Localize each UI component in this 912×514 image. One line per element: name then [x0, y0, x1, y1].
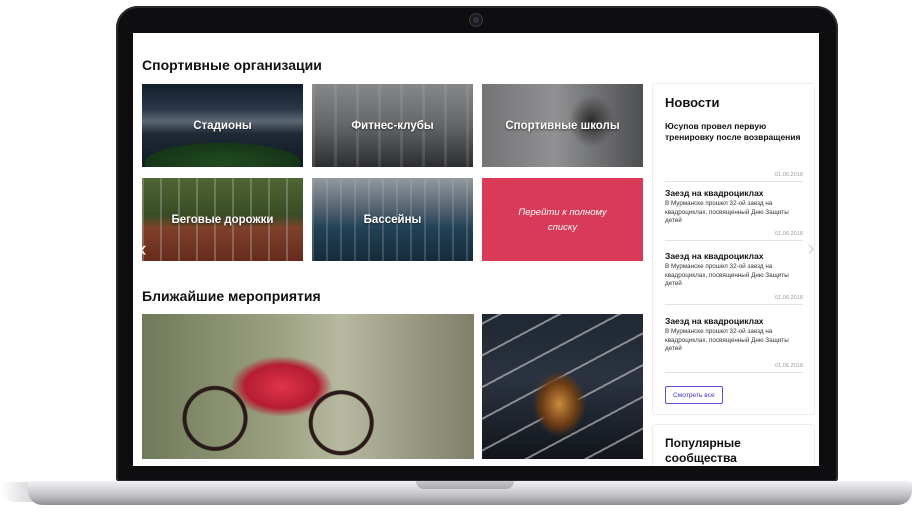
tile-stadiums[interactable]: Стадионы [142, 84, 303, 167]
news-item[interactable]: Юсупов провел первую тренировку после во… [665, 121, 803, 182]
laptop-base-notch [416, 481, 514, 489]
news-item-date: 01.06.2018 [775, 231, 803, 237]
news-item-date: 01.06.2018 [775, 363, 803, 369]
event-card-boxing[interactable] [482, 314, 643, 459]
see-all-button[interactable]: Смотреть все [665, 386, 723, 404]
tile-label: Бассейны [363, 213, 422, 226]
tile-pools[interactable]: Бассейны [312, 178, 473, 261]
news-item[interactable]: Заезд на квадроциклах В Мурманске прошел… [665, 251, 803, 305]
news-item-date: 01.06.2018 [775, 172, 803, 178]
tile-sport-schools[interactable]: Спортивные школы [482, 84, 643, 167]
tile-label: Фитнес-клубы [351, 119, 434, 132]
news-item[interactable]: Заезд на квадроциклах В Мурманске прошел… [665, 316, 803, 373]
news-card: Новости Юсупов провел первую тренировку … [652, 83, 815, 415]
screen: Спортивные организации Стадионы Фитнес-к… [133, 33, 819, 466]
events-title: Ближайшие мероприятия [142, 288, 321, 304]
full-list-button[interactable]: Перейти к полному списку [482, 178, 643, 261]
news-heading: Новости [665, 95, 720, 110]
communities-heading: Популярные сообщества [665, 436, 741, 465]
chevron-left-icon[interactable]: ‹ [136, 236, 150, 261]
chevron-right-icon[interactable]: › [804, 235, 818, 260]
tile-label: Спортивные школы [505, 119, 620, 132]
tile-label: Стадионы [193, 119, 252, 132]
full-list-label: Перейти к полному списку [518, 206, 607, 233]
tile-label: Беговые дорожки [171, 213, 274, 226]
news-item-title: Заезд на квадроциклах [665, 316, 764, 326]
news-item-date: 01.06.2018 [775, 295, 803, 301]
communities-card: Популярные сообщества [652, 424, 815, 466]
event-card-cyclocross[interactable] [142, 314, 474, 459]
news-item[interactable]: Заезд на квадроциклах В Мурманске прошел… [665, 188, 803, 241]
news-item-title: Юсупов провел первую тренировку после во… [665, 121, 801, 142]
news-item-text: В Мурманске прошел 32-ой заезд на квадро… [665, 328, 789, 353]
tile-running-tracks[interactable]: Беговые дорожки [142, 178, 303, 261]
news-item-text: В Мурманске прошел 32-ой заезд на квадро… [665, 263, 789, 288]
news-item-title: Заезд на квадроциклах [665, 251, 764, 261]
camera-icon [469, 13, 483, 27]
tile-fitness-clubs[interactable]: Фитнес-клубы [312, 84, 473, 167]
news-item-title: Заезд на квадроциклах [665, 188, 764, 198]
organizations-title: Спортивные организации [142, 57, 322, 73]
news-item-text: В Мурманске прошел 32-ой заезд на квадро… [665, 200, 789, 225]
